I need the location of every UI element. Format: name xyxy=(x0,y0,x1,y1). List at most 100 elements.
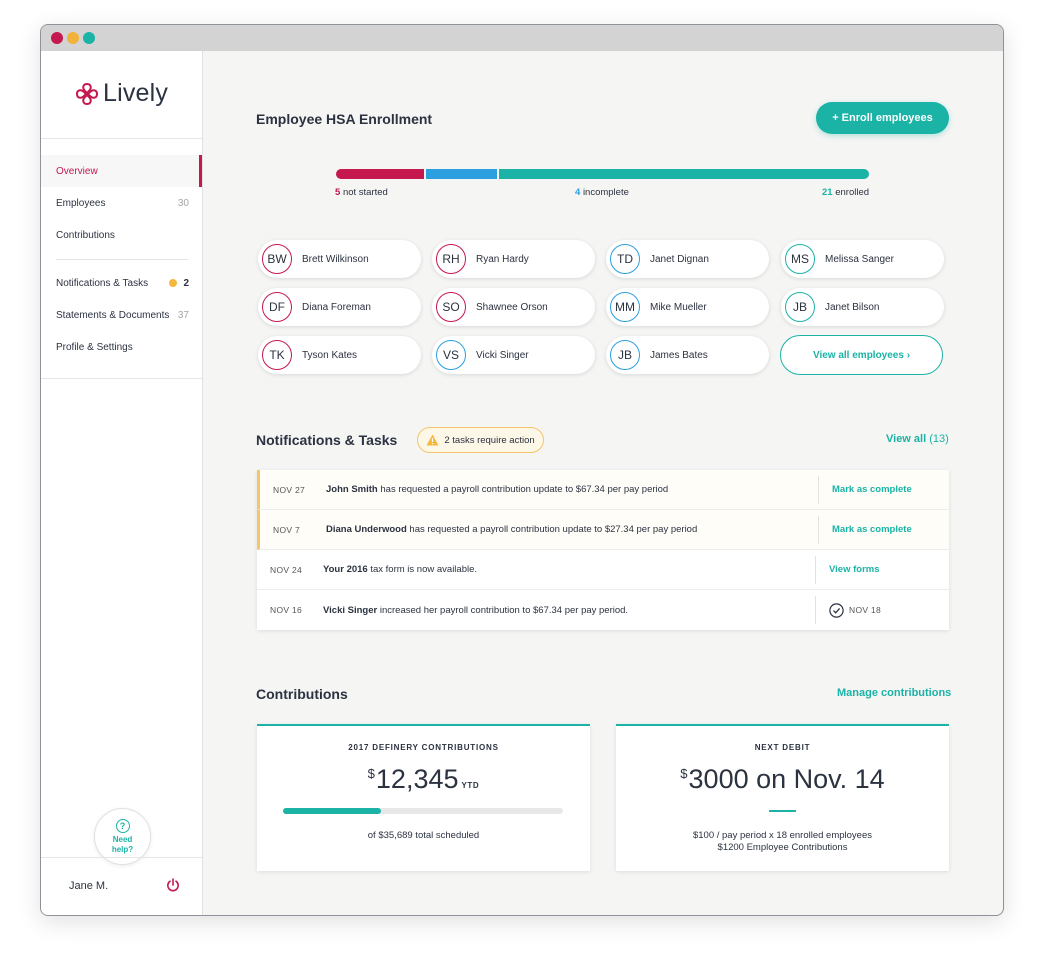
statements-count: 37 xyxy=(177,309,189,321)
currency-symbol: $ xyxy=(367,766,375,781)
employee-chip[interactable]: MM Mike Mueller xyxy=(606,288,769,326)
list-item: NOV 24 Your 2016 tax form is now availab… xyxy=(257,550,949,590)
avatar: BW xyxy=(262,244,292,274)
not-started-count: 5 xyxy=(335,187,341,198)
employee-chip[interactable]: DF Diana Foreman xyxy=(258,288,421,326)
enrolled-text: enrolled xyxy=(835,187,870,198)
brand-logo[interactable]: Lively xyxy=(73,79,168,108)
not-started-text: not started xyxy=(342,187,388,198)
not-started-label: 5 not started xyxy=(335,187,388,198)
view-all-label: View all xyxy=(886,433,927,445)
sidebar-item-label: Overview xyxy=(56,165,98,177)
employee-name: Janet Dignan xyxy=(650,253,709,265)
sidebar-item-notifications[interactable]: Notifications & Tasks 2 xyxy=(41,267,202,299)
enrolled-count: 21 xyxy=(822,187,833,198)
employee-name: Tyson Kates xyxy=(302,349,358,361)
close-window-button[interactable] xyxy=(51,32,63,44)
amount-value: 12,345 xyxy=(375,764,459,794)
sidebar-item-label: Profile & Settings xyxy=(56,341,133,353)
employee-chip[interactable]: TD Janet Dignan xyxy=(606,240,769,278)
title-bar xyxy=(41,25,1003,51)
notification-subject: Your 2016 xyxy=(323,564,368,575)
contributions-title: Contributions xyxy=(256,686,348,702)
avatar: MM xyxy=(610,292,640,322)
employee-chip[interactable]: RH Ryan Hardy xyxy=(432,240,595,278)
tasks-warning-text: 2 tasks require action xyxy=(444,434,535,446)
notifications-title: Notifications & Tasks xyxy=(256,432,398,448)
mark-as-complete-button[interactable]: Mark as complete xyxy=(832,484,912,495)
manage-contributions-link[interactable]: Manage contributions xyxy=(837,687,951,699)
sidebar-item-label: Notifications & Tasks xyxy=(56,277,149,289)
sidebar-item-profile[interactable]: Profile & Settings xyxy=(41,331,202,363)
employee-chip[interactable]: JB Janet Bilson xyxy=(781,288,944,326)
contributions-card: 2017 DEFINERY CONTRIBUTIONS $12,345 YTD o… xyxy=(257,724,590,871)
status-dot-icon xyxy=(169,279,178,287)
notification-subject: John Smith xyxy=(326,484,378,495)
avatar: JB xyxy=(610,340,640,370)
notification-date: NOV 7 xyxy=(273,524,301,535)
sidebar-item-overview[interactable]: Overview xyxy=(41,155,202,187)
notification-body: has requested a payroll contribution upd… xyxy=(406,524,698,535)
sidebar-item-employees[interactable]: Employees 30 xyxy=(41,187,202,219)
avatar: MS xyxy=(785,244,815,274)
divider xyxy=(818,516,819,544)
brand-name: Lively xyxy=(103,79,169,107)
maximize-window-button[interactable] xyxy=(83,32,95,44)
enrollment-progress-bar xyxy=(336,169,869,179)
divider xyxy=(41,138,202,139)
user-name: Jane M. xyxy=(69,880,109,892)
view-forms-link[interactable]: View forms xyxy=(829,564,880,575)
warning-icon xyxy=(426,434,439,446)
notification-date: NOV 24 xyxy=(270,564,303,575)
notification-text: Diana Underwood has requested a payroll … xyxy=(326,524,697,535)
mark-as-complete-button[interactable]: Mark as complete xyxy=(832,524,912,535)
avatar: TK xyxy=(262,340,292,370)
user-row: Jane M. xyxy=(41,857,202,915)
sidebar-item-statements[interactable]: Statements & Documents 37 xyxy=(41,299,202,331)
divider xyxy=(815,596,816,624)
sidebar-item-contributions[interactable]: Contributions xyxy=(41,219,202,251)
employee-chip[interactable]: JB James Bates xyxy=(606,336,769,374)
employee-name: Diana Foreman xyxy=(302,301,371,313)
not-started-segment xyxy=(336,169,424,179)
list-item: NOV 16 Vicki Singer increased her payrol… xyxy=(257,590,949,630)
enroll-employees-button[interactable]: + Enroll employees xyxy=(816,102,949,134)
notifications-badge: 2 xyxy=(169,278,189,289)
incomplete-text: incomplete xyxy=(582,187,629,198)
employee-name: Brett Wilkinson xyxy=(302,253,369,265)
notification-date: NOV 27 xyxy=(273,484,306,495)
notifications-count: 2 xyxy=(183,277,189,289)
view-all-employees-button[interactable]: View all employees › xyxy=(780,335,943,375)
notification-body: increased her payroll contribution to $6… xyxy=(377,604,629,616)
employee-name: James Bates xyxy=(650,349,708,361)
next-debit-card: NEXT DEBIT $3000 on Nov. 14 $100 / pay p… xyxy=(616,724,949,871)
minimize-window-button[interactable] xyxy=(67,32,79,44)
avatar: TD xyxy=(610,244,640,274)
power-icon[interactable] xyxy=(165,877,181,893)
sidebar-item-label: Statements & Documents xyxy=(56,309,170,321)
employee-name: Vicki Singer xyxy=(476,349,529,361)
employee-chip[interactable]: VS Vicki Singer xyxy=(432,336,595,374)
ytd-amount: $12,345 YTD xyxy=(257,764,590,795)
avatar: VS xyxy=(436,340,466,370)
employee-chip[interactable]: BW Brett Wilkinson xyxy=(258,240,421,278)
amount-value: 3000 on Nov. 14 xyxy=(688,764,885,794)
question-icon: ? xyxy=(115,818,130,833)
employee-chip[interactable]: TK Tyson Kates xyxy=(258,336,421,374)
view-all-notifications-link[interactable]: View all (13) xyxy=(886,433,949,445)
avatar: SO xyxy=(436,292,466,322)
employee-chip[interactable]: SO Shawnee Orson xyxy=(432,288,595,326)
contribution-progress-fill xyxy=(283,808,381,814)
view-all-count: (13) xyxy=(929,433,949,445)
notifications-list: NOV 27 John Smith has requested a payrol… xyxy=(257,470,949,630)
employee-chip[interactable]: MS Melissa Sanger xyxy=(781,240,944,278)
employee-name: Shawnee Orson xyxy=(476,301,548,313)
card-label: NEXT DEBIT xyxy=(754,743,811,752)
divider xyxy=(41,378,202,379)
incomplete-count: 4 xyxy=(575,187,581,198)
notification-subject: Vicki Singer xyxy=(323,604,378,616)
check-circle-icon xyxy=(829,602,844,618)
completed-status: NOV 18 xyxy=(829,602,881,618)
avatar: JB xyxy=(785,292,815,322)
debit-detail-line1: $100 / pay period x 18 enrolled employee… xyxy=(692,830,873,841)
